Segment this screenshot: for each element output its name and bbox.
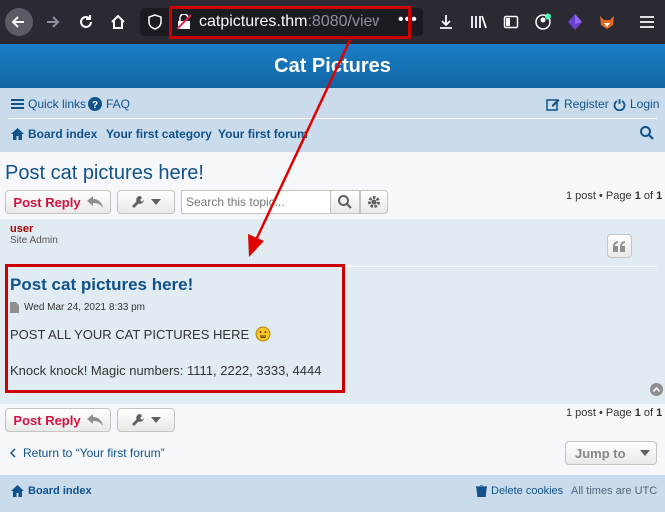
pagination-bottom: 1 post • Page 1 of 1 — [566, 407, 662, 419]
power-icon — [613, 98, 626, 111]
delete-cookies-label: Delete cookies — [491, 485, 564, 497]
post-reply-button-bottom[interactable]: Post Reply — [5, 408, 111, 432]
home-button[interactable] — [104, 8, 132, 36]
trash-icon — [476, 485, 487, 497]
register-label: Register — [564, 97, 609, 111]
breadcrumb-board-index[interactable]: Board index — [11, 127, 97, 141]
site-title[interactable]: Cat Pictures — [274, 55, 391, 78]
quote-button[interactable] — [607, 234, 632, 258]
home-icon — [11, 485, 24, 497]
reload-icon — [80, 15, 92, 28]
extension-fox-icon[interactable] — [595, 10, 619, 34]
post-author[interactable]: user — [10, 223, 33, 235]
quote-icon — [613, 240, 625, 252]
url-highlight-box — [169, 6, 411, 39]
footer-board-index[interactable]: Board index — [11, 485, 92, 497]
delete-cookies-link[interactable]: Delete cookies — [476, 485, 563, 497]
reload-button[interactable] — [72, 8, 100, 36]
navbar-divider — [8, 118, 657, 119]
login-link[interactable]: Login — [613, 97, 659, 111]
pagination-prefix: 1 post • Page — [566, 190, 635, 202]
search-topic-button[interactable] — [330, 190, 360, 214]
post-reply-button[interactable]: Post Reply — [5, 190, 111, 214]
post-highlight-box — [5, 264, 345, 393]
page-title[interactable]: Post cat pictures here! — [5, 162, 204, 185]
login-label: Login — [630, 97, 660, 111]
return-to-forum-link[interactable]: Return to “Your first forum” — [10, 446, 165, 460]
post-author-rank: Site Admin — [10, 235, 58, 246]
svg-text:?: ? — [92, 100, 98, 111]
register-link[interactable]: Register — [546, 97, 609, 111]
chevron-left-icon — [10, 448, 16, 458]
wrench-icon — [132, 196, 144, 208]
jump-to-button[interactable]: Jump to — [565, 441, 657, 465]
faq-label: FAQ — [106, 97, 131, 111]
post-reply-label: Post Reply — [13, 412, 81, 428]
quick-links-label: Quick links — [28, 97, 87, 111]
site-header: Cat Pictures — [0, 44, 665, 88]
edit-icon — [546, 99, 560, 111]
account-icon[interactable] — [531, 10, 555, 34]
home-icon — [11, 128, 24, 140]
topic-tools-button-bottom[interactable] — [117, 408, 175, 432]
back-button[interactable] — [5, 8, 33, 36]
footer-board-index-label: Board index — [28, 485, 92, 497]
navbar: Quick links ? FAQ Register Login Board i… — [0, 88, 665, 152]
breadcrumb-label: Board index — [28, 127, 98, 141]
post-reply-label: Post Reply — [13, 194, 81, 210]
search-topic-input[interactable] — [181, 190, 331, 214]
pagination-top: 1 post • Page 1 of 1 — [566, 190, 662, 202]
chevron-up-icon — [653, 387, 660, 392]
question-circle-icon: ? — [88, 97, 102, 111]
chevron-down-icon — [639, 450, 650, 456]
back-to-top-button[interactable] — [650, 383, 663, 396]
quick-links-button[interactable]: Quick links — [11, 97, 86, 111]
library-icon[interactable] — [467, 10, 491, 34]
forward-button[interactable] — [38, 8, 66, 36]
timezone-note: All times are UTC — [571, 485, 658, 497]
advanced-search-button[interactable] — [360, 190, 388, 214]
pagination-total: 1 — [656, 190, 663, 202]
reply-arrow-icon — [86, 196, 103, 208]
search-icon — [640, 126, 654, 140]
extension-cube-icon[interactable] — [563, 10, 587, 34]
shield-icon — [148, 14, 162, 30]
topic-tools-button[interactable] — [117, 190, 175, 214]
breadcrumb-forum[interactable]: Your first forum — [218, 127, 308, 141]
wrench-icon — [132, 414, 144, 426]
hamburger-icon — [11, 99, 24, 109]
jump-to-label: Jump to — [575, 445, 626, 461]
menu-icon[interactable] — [635, 10, 659, 34]
arrow-left-icon — [11, 16, 24, 28]
gear-icon — [368, 196, 380, 208]
faq-link[interactable]: ? FAQ — [88, 97, 130, 111]
pagination-of: of — [640, 190, 657, 202]
chevron-down-icon — [151, 199, 161, 205]
return-label: Return to “Your first forum” — [23, 446, 165, 460]
pagination-of: of — [640, 407, 657, 419]
footer: Board index Delete cookies All times are… — [0, 475, 665, 512]
pagination-total: 1 — [656, 407, 663, 419]
sidebar-icon[interactable] — [499, 10, 523, 34]
chevron-down-icon — [151, 417, 161, 423]
search-icon — [338, 195, 352, 209]
search-button[interactable] — [640, 126, 654, 140]
download-icon[interactable] — [434, 10, 458, 34]
home-icon — [111, 14, 125, 29]
arrow-right-icon — [47, 16, 60, 28]
reply-arrow-icon — [86, 414, 103, 426]
pagination-prefix: 1 post • Page — [566, 407, 635, 419]
breadcrumb-category[interactable]: Your first category — [106, 127, 212, 141]
